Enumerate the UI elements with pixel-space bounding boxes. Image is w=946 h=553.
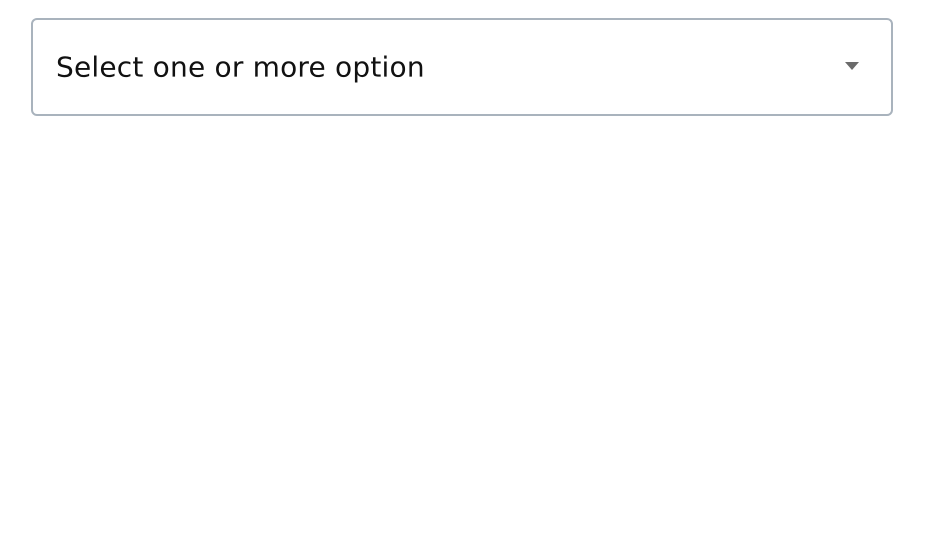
multiselect-dropdown[interactable]: Select one or more option [31, 18, 893, 116]
page: Select one or more option [0, 0, 946, 553]
chevron-down-icon[interactable] [845, 62, 859, 70]
multiselect-placeholder: Select one or more option [56, 50, 425, 84]
